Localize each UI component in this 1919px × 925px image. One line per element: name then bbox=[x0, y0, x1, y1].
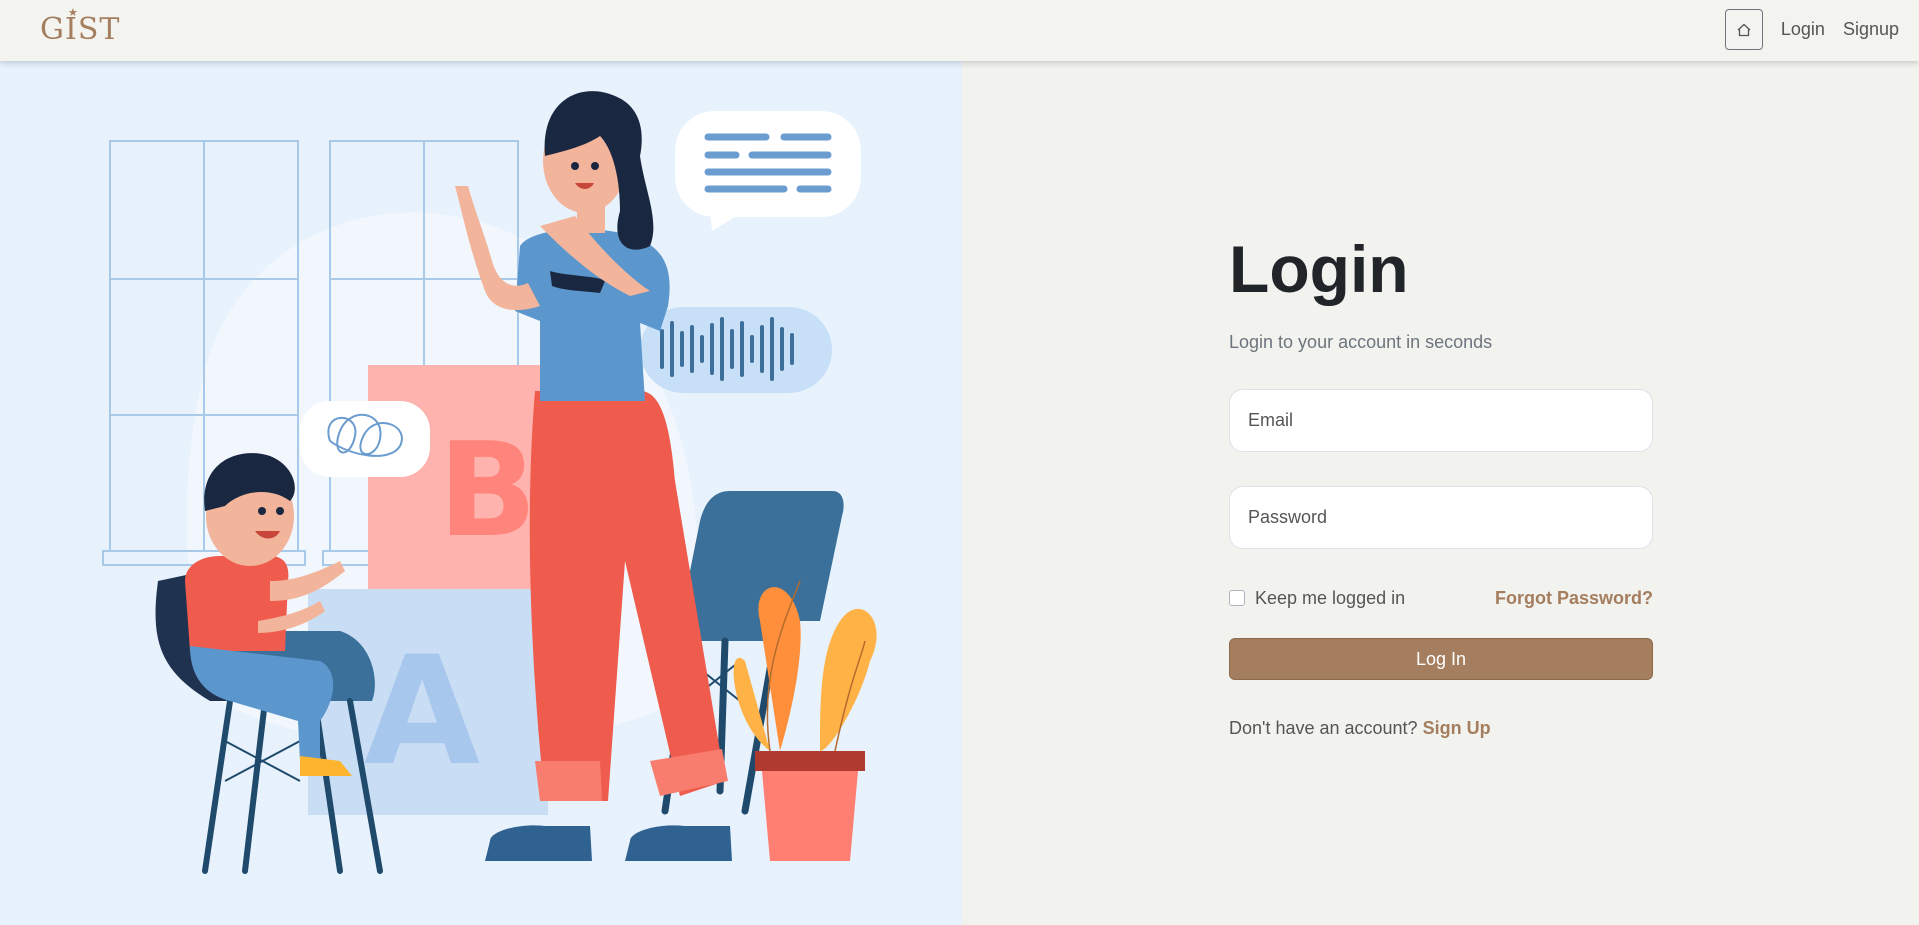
soundwave-bubble bbox=[640, 307, 832, 393]
home-icon bbox=[1737, 23, 1751, 36]
brand-logo[interactable]: ★ GIST bbox=[40, 7, 121, 48]
login-title: Login bbox=[1229, 232, 1409, 306]
navbar: ★ GIST Login Signup bbox=[0, 0, 1919, 61]
email-field[interactable] bbox=[1229, 389, 1653, 452]
illustration-panel: B A bbox=[0, 61, 962, 925]
speech-bubble bbox=[675, 111, 861, 231]
forgot-password-link[interactable]: Forgot Password? bbox=[1495, 588, 1653, 609]
login-button[interactable]: Log In bbox=[1229, 638, 1653, 680]
no-account-text: Don't have an account? bbox=[1229, 718, 1418, 738]
password-field[interactable] bbox=[1229, 486, 1653, 549]
nav-actions: Login Signup bbox=[1724, 9, 1899, 50]
scribble-bubble bbox=[300, 401, 430, 477]
keep-logged-in[interactable]: Keep me logged in bbox=[1229, 588, 1405, 609]
block-b-letter: B bbox=[438, 414, 537, 566]
keep-logged-in-checkbox[interactable] bbox=[1229, 590, 1245, 606]
signup-link[interactable]: Sign Up bbox=[1423, 718, 1491, 738]
teacher-child-illustration: B A bbox=[102, 91, 877, 874]
login-panel: Login Login to your account in seconds K… bbox=[962, 61, 1919, 925]
login-form: Login Login to your account in seconds K… bbox=[1229, 236, 1653, 739]
login-options: Keep me logged in Forgot Password? bbox=[1229, 586, 1653, 610]
login-subtitle: Login to your account in seconds bbox=[1229, 332, 1493, 352]
home-button[interactable] bbox=[1724, 9, 1763, 50]
nav-signup-link[interactable]: Signup bbox=[1843, 19, 1899, 40]
nav-login-link[interactable]: Login bbox=[1781, 19, 1825, 40]
brand-name: GIST bbox=[40, 12, 121, 47]
block-a-letter: A bbox=[364, 625, 480, 799]
keep-logged-in-label[interactable]: Keep me logged in bbox=[1255, 588, 1405, 609]
signup-prompt: Don't have an account? Sign Up bbox=[1229, 718, 1653, 739]
